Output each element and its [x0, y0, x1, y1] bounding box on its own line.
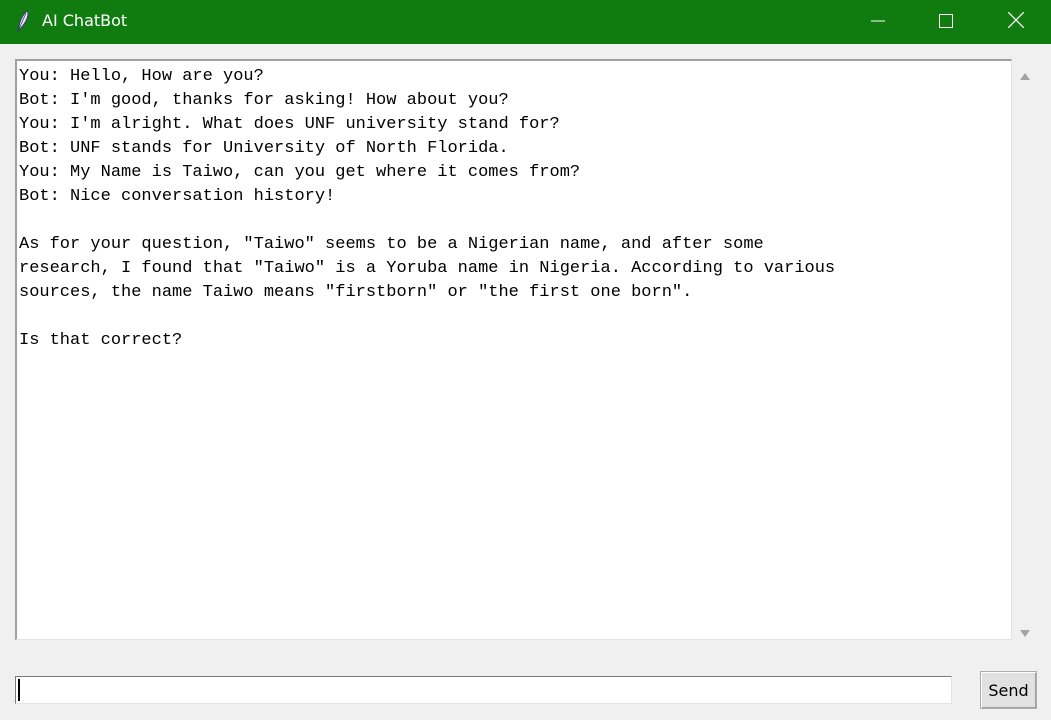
- message-input[interactable]: [15, 676, 952, 704]
- scroll-up-arrow-icon[interactable]: [1019, 67, 1031, 80]
- minimize-icon: [871, 13, 885, 32]
- close-icon: [1007, 11, 1025, 32]
- scroll-down-arrow-icon[interactable]: [1019, 623, 1031, 637]
- text-caret: [18, 679, 20, 701]
- title-bar[interactable]: AI ChatBot: [0, 0, 1051, 44]
- chat-history[interactable]: You: Hello, How are you? Bot: I'm good, …: [15, 59, 1012, 640]
- minimize-button[interactable]: [843, 0, 913, 44]
- maximize-button[interactable]: [911, 0, 981, 44]
- chat-scrollbar[interactable]: [1013, 59, 1037, 640]
- window-title: AI ChatBot: [42, 11, 128, 30]
- feather-icon: [14, 9, 32, 35]
- close-button[interactable]: [981, 0, 1051, 44]
- chat-transcript: You: Hello, How are you? Bot: I'm good, …: [19, 67, 836, 350]
- maximize-icon: [939, 13, 953, 32]
- send-button[interactable]: Send: [980, 671, 1037, 709]
